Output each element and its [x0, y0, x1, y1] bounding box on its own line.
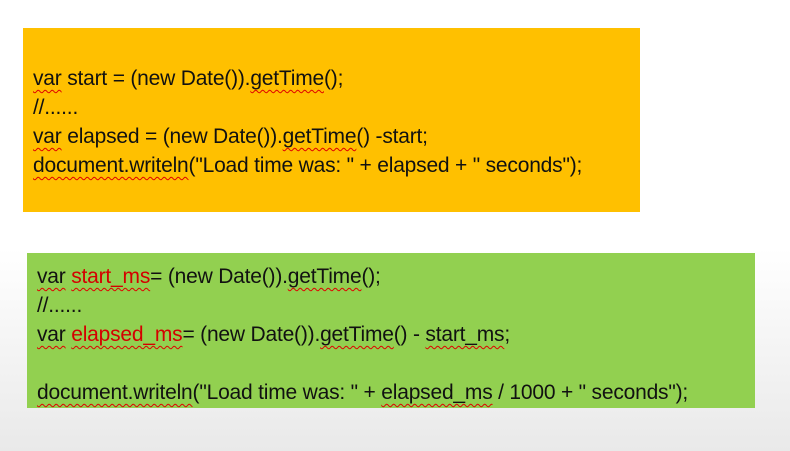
green-code-panel: var start_ms= (new Date()).getTime(); //… [27, 253, 755, 408]
code-line: var start_ms= (new Date()).getTime(); [37, 262, 755, 291]
var-keyword: var [37, 323, 66, 346]
elapsed-ms-identifier: elapsed_ms [71, 323, 183, 346]
code-text: ("Load time was: " + [192, 381, 382, 404]
code-line: var start = (new Date()).getTime(); [33, 64, 640, 93]
var-keyword: var [37, 265, 66, 288]
gettime-method: getTime [250, 67, 324, 90]
gettime-method: getTime [320, 323, 394, 346]
code-text: elapsed = (new Date()). [61, 125, 283, 148]
start-ms-identifier: start_ms [71, 265, 151, 288]
document-writeln-call: document.writeln [33, 154, 189, 177]
code-text: () -start; [356, 125, 428, 148]
code-text: = (new Date()). [150, 265, 288, 288]
code-text: () - [393, 323, 426, 346]
code-line: var elapsed_ms= (new Date()).getTime() -… [37, 320, 755, 349]
code-text: ; [504, 323, 510, 346]
code-text: start = (new Date()). [61, 67, 251, 90]
code-comment-line: //...... [33, 96, 79, 119]
var-keyword: var [33, 125, 62, 148]
code-text: (); [324, 67, 344, 90]
code-text: ("Load time was: " + elapsed + " seconds… [188, 154, 583, 177]
elapsed-ms-identifier: elapsed_ms [381, 381, 493, 404]
code-text: = (new Date()). [182, 323, 321, 346]
code-comment-line: //...... [37, 294, 83, 317]
code-line: var elapsed = (new Date()).getTime() -st… [33, 122, 640, 151]
document-writeln-call: document.writeln [37, 381, 193, 404]
code-line: document.writeln("Load time was: " + ela… [37, 378, 755, 407]
start-ms-identifier: start_ms [425, 323, 505, 346]
code-text: (); [361, 265, 381, 288]
orange-code-panel: var start = (new Date()).getTime(); //..… [23, 28, 640, 212]
var-keyword: var [33, 67, 62, 90]
code-text: / 1000 + " seconds"); [492, 381, 689, 404]
gettime-method: getTime [282, 125, 357, 148]
code-line: document.writeln("Load time was: " + ela… [33, 151, 640, 180]
gettime-method: getTime [287, 265, 362, 288]
